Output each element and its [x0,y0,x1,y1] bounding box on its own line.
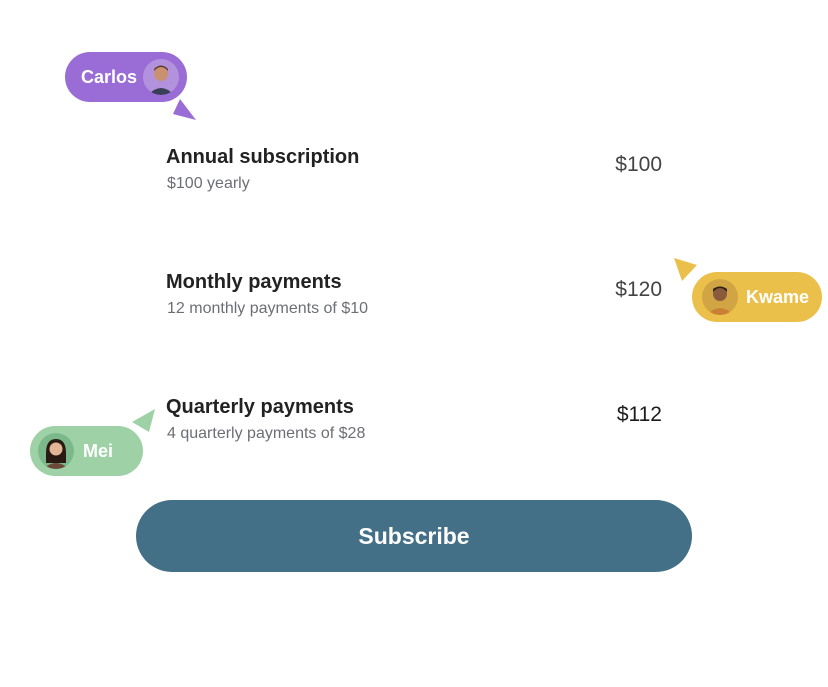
user-avatar-icon [38,433,74,469]
user-avatar-icon [143,59,180,95]
plan-price: $120 [615,278,662,301]
plan-subtitle: 12 monthly payments of $10 [167,300,369,317]
cursor-pointer-icon [674,258,697,281]
collaborator-name: Kwame [746,286,810,307]
plan-price: $112 [616,403,662,426]
plan-subtitle: $100 yearly [167,175,250,192]
plan-title: Annual subscription [166,146,360,168]
cursor-pointer-icon [173,99,196,120]
plan-option-monthly[interactable]: Monthly payments 12 monthly payments of … [166,271,666,335]
collaborator-name: Carlos [81,66,138,87]
collaborator-tag-kwame: Kwame [692,272,822,322]
plan-subtitle: 4 quarterly payments of $28 [167,425,366,442]
plan-option-annual[interactable]: Annual subscription $100 yearly $100 [166,146,666,210]
user-avatar-icon [702,279,738,315]
plan-title: Quarterly payments [166,396,354,418]
subscribe-button[interactable]: Subscribe [136,500,692,572]
collaborator-name: Mei [83,440,114,461]
collaborator-tag-carlos: Carlos [65,52,187,102]
plan-title: Monthly payments [166,271,342,293]
plan-option-quarterly[interactable]: Quarterly payments 4 quarterly payments … [166,396,666,460]
collaborator-tag-mei: Mei [30,426,143,476]
plan-price: $100 [615,153,662,176]
cursor-pointer-icon [132,409,155,432]
